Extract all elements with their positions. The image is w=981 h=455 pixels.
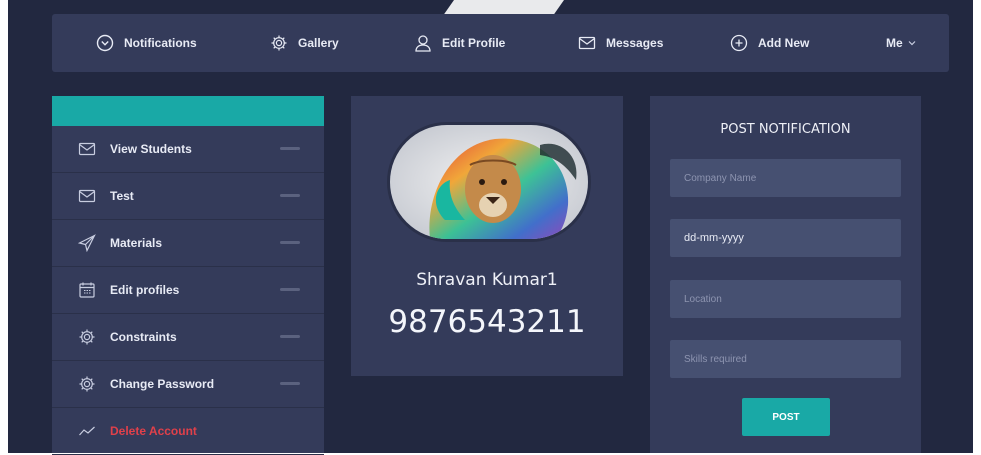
sidebar-item-label: Edit profiles [110,283,180,297]
collapse-dash-icon[interactable] [280,335,300,338]
nav-edit-profile[interactable]: Edit Profile [414,14,505,72]
avatar[interactable] [387,122,591,242]
location-input[interactable] [670,280,901,318]
sidebar-item-label: Constraints [110,330,177,344]
nav-notifications[interactable]: Notifications [96,14,197,72]
company-name-input[interactable] [670,159,901,197]
sidebar-item-label: View Students [110,142,192,156]
gear-icon [79,376,95,392]
sidebar-item-test[interactable]: Test [52,173,324,220]
lion-avatar-image [390,125,588,239]
collapse-dash-icon[interactable] [280,382,300,385]
chevron-down-icon [908,41,916,46]
collapse-dash-icon[interactable] [280,288,300,291]
plus-circle-icon [730,34,748,52]
gear-icon [79,329,95,345]
post-notification-card: POST NOTIFICATION POST [650,96,921,453]
trend-icon [79,426,95,436]
sidebar-item-view-students[interactable]: View Students [52,126,324,173]
calendar-icon [79,282,95,298]
nav-edit-profile-label: Edit Profile [442,36,506,50]
top-navbar: Notifications Gallery Edit Profile Messa… [52,14,949,72]
sidebar-item-change-password[interactable]: Change Password [52,361,324,408]
sidebar: View Students Test Materials Edit profil… [52,96,324,455]
sidebar-item-label: Test [110,189,134,203]
date-input[interactable] [670,219,901,257]
envelope-icon [78,189,96,203]
nav-add-new-label: Add New [758,36,810,50]
nav-me-dropdown[interactable]: Me [886,14,917,72]
sidebar-item-label: Change Password [110,377,215,391]
profile-card: Shravan Kumar1 9876543211 [351,96,623,376]
nav-add-new[interactable]: Add New [730,14,809,72]
collapse-dash-icon[interactable] [280,194,300,197]
chevron-circle-icon [96,34,114,52]
collapse-dash-icon[interactable] [280,241,300,244]
collapse-dash-icon[interactable] [280,147,300,150]
sidebar-item-label: Delete Account [110,424,197,438]
user-icon [415,35,431,52]
nav-gallery-label: Gallery [298,36,339,50]
profile-phone: 9876543211 [388,304,586,340]
nav-messages-label: Messages [606,36,664,50]
nav-messages[interactable]: Messages [578,14,663,72]
sidebar-item-label: Materials [110,236,163,250]
envelope-icon [578,36,596,50]
nav-gallery[interactable]: Gallery [270,14,339,72]
skills-required-input[interactable] [670,340,901,378]
post-button[interactable]: POST [742,398,830,436]
send-icon [78,234,96,252]
sidebar-item-materials[interactable]: Materials [52,220,324,267]
sidebar-header [52,96,324,126]
envelope-icon [78,142,96,156]
sidebar-item-constraints[interactable]: Constraints [52,314,324,361]
gear-icon [271,35,287,51]
nav-notifications-label: Notifications [124,36,197,50]
sidebar-item-delete-account[interactable]: Delete Account [52,408,324,455]
profile-name: Shravan Kumar1 [416,270,558,290]
sidebar-item-edit-profiles[interactable]: Edit profiles [52,267,324,314]
nav-me-label: Me [886,36,903,50]
post-notification-title: POST NOTIFICATION [720,122,851,137]
